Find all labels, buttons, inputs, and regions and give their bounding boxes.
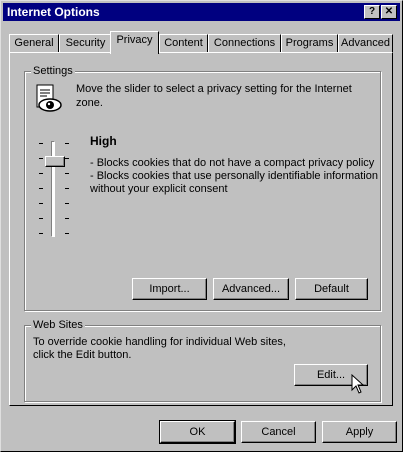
level-bullet-1: - Blocks cookies that do not have a comp…	[90, 157, 375, 169]
web-sites-group-label: Web Sites	[31, 319, 85, 332]
slider-tick	[65, 143, 69, 144]
slider-tick	[39, 233, 43, 234]
help-button[interactable]: ?	[364, 5, 380, 19]
slider-tick	[65, 203, 69, 204]
tab-general[interactable]: General	[9, 34, 59, 52]
close-button[interactable]: ✕	[381, 5, 397, 19]
cancel-button[interactable]: Cancel	[241, 421, 316, 443]
default-button[interactable]: Default	[295, 278, 368, 300]
slider-tick	[65, 218, 69, 219]
slider-tick	[65, 158, 69, 159]
slider-tick	[65, 188, 69, 189]
tab-privacy[interactable]: Privacy	[110, 31, 159, 54]
apply-button[interactable]: Apply	[322, 421, 397, 443]
slider-tick	[39, 203, 43, 204]
advanced-button[interactable]: Advanced...	[213, 278, 289, 300]
slider-tick	[39, 143, 43, 144]
privacy-eye-icon	[33, 83, 65, 115]
ok-button[interactable]: OK	[159, 420, 236, 444]
slider-tick	[65, 173, 69, 174]
settings-group-label: Settings	[31, 65, 75, 78]
level-bullet-2-cont: without your explicit consent	[90, 183, 228, 195]
settings-description-2: zone.	[76, 97, 103, 109]
privacy-slider-thumb[interactable]	[45, 156, 65, 167]
tab-strip: General Security Privacy Content Connect…	[9, 31, 393, 54]
tab-security[interactable]: Security	[59, 34, 112, 52]
title-bar[interactable]: Internet Options ? ✕	[3, 3, 400, 21]
tab-content[interactable]: Content	[159, 34, 208, 52]
privacy-level-title: High	[90, 134, 117, 148]
slider-tick	[65, 233, 69, 234]
settings-description: Move the slider to select a privacy sett…	[76, 83, 352, 95]
import-button[interactable]: Import...	[132, 278, 207, 300]
web-sites-description-2: click the Edit button.	[33, 349, 132, 361]
slider-tick	[39, 173, 43, 174]
mouse-pointer-icon	[351, 373, 365, 396]
tab-advanced[interactable]: Advanced	[338, 34, 393, 52]
window-title: Internet Options	[7, 5, 100, 19]
slider-tick	[39, 158, 43, 159]
tab-connections[interactable]: Connections	[208, 34, 281, 52]
slider-tick	[39, 218, 43, 219]
web-sites-description: To override cookie handling for individu…	[33, 336, 286, 348]
internet-options-window: Internet Options ? ✕ General Security Pr…	[0, 0, 403, 452]
tab-programs[interactable]: Programs	[281, 34, 338, 52]
level-bullet-2: - Blocks cookies that use personally ide…	[90, 170, 378, 182]
slider-tick	[39, 188, 43, 189]
